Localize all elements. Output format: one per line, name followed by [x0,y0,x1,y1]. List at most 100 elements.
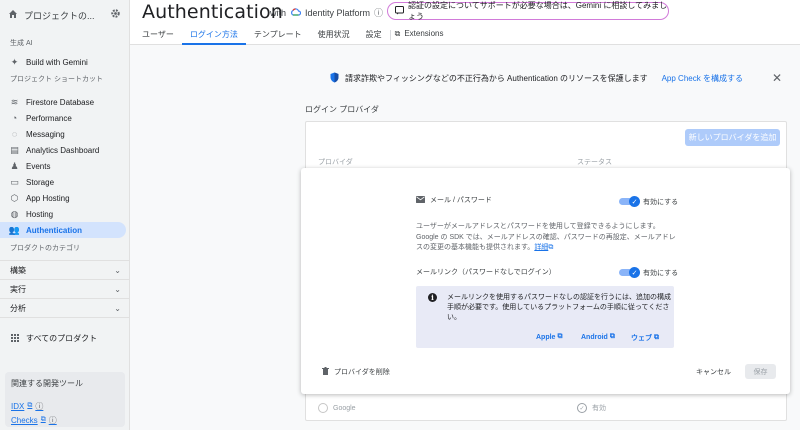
app-hosting-icon: ⬡ [10,192,19,203]
sidebar-item-label: Messaging [26,129,65,139]
category-item[interactable]: 実行 ⌄ [0,280,129,299]
tab-usage[interactable]: 使用状況 [310,29,358,45]
status-column-header: ステータス [577,159,612,166]
sidebar-item-authentication[interactable]: 👥 Authentication [0,222,126,238]
shortcuts-section-label: プロジェクト ショートカット [10,76,103,83]
category-label: 分析 [10,303,26,313]
sidebar-item-label: Analytics Dashboard [26,145,100,155]
authentication-icon: 👥 [8,224,21,235]
external-link-icon: ⧉ [40,416,46,423]
chevron-down-icon: ⌄ [114,284,121,294]
tab-bar: ユーザー ログイン方法 テンプレート 使用状況 設定 ⧉ Extensions [142,29,451,45]
sidebar-item-label: Firestore Database [26,97,95,107]
help-icon[interactable]: ⓘ [49,415,57,426]
project-name[interactable]: プロジェクトの... [24,9,104,22]
storage-icon: ▭ [10,176,19,187]
provider-status: 有効 [592,405,606,412]
tab-templates[interactable]: テンプレート [246,29,310,45]
ai-section-label: 生成 AI [10,40,33,47]
email-password-toggle[interactable]: ✓ [619,196,640,207]
email-password-label: メール / パスワード [430,197,492,204]
idx-link[interactable]: IDX ⧉ ⓘ [11,399,119,413]
app-check-banner: 請求詐欺やフィッシングなどの不正行為から Authentication のリソー… [330,68,790,88]
sidebar: プロジェクトの... 生成 AI ✦ Build with Gemini プロジ… [0,0,130,430]
save-button[interactable]: 保存 [745,364,776,379]
identity-platform-badge: with Identity Platform ⓘ [270,6,383,19]
sidebar-item-messaging[interactable]: ◌ Messaging [0,126,129,142]
shield-icon [330,72,339,85]
sidebar-item-label: Performance [26,113,72,123]
all-products-label: すべてのプロダクト [26,333,98,343]
sidebar-item-performance[interactable]: ◔ Performance [0,110,129,126]
enable-label: 有効にする [643,199,679,206]
provider-config-panel: メール / パスワード ✓ 有効にする ユーザーがメールアドレスとパスワードを使… [301,168,790,394]
analytics-icon: ▤ [10,144,19,155]
close-icon[interactable]: ✕ [772,71,782,85]
gear-icon[interactable] [110,8,121,22]
chevron-down-icon: ⌄ [114,303,121,313]
mail-icon [416,195,425,205]
chat-icon [395,5,404,17]
tab-sign-in-method[interactable]: ログイン方法 [181,29,246,45]
email-password-description: ユーザーがメールアドレスとパスワードを使用して登録できるようにします。Googl… [416,223,676,251]
details-link[interactable]: 詳細 [534,244,548,251]
project-header: プロジェクトの... [0,0,129,30]
external-link-icon: ⧉ [548,244,554,251]
external-link-icon: ⧉ [557,333,563,340]
provider-column-header: プロバイダ [318,159,353,166]
apple-link[interactable]: Apple ⧉ [536,333,562,341]
tab-settings[interactable]: 設定 [358,29,390,45]
check-circle-icon: ✓ [577,403,587,413]
enable-label-2: 有効にする [643,270,679,277]
extensions-icon: ⧉ [394,29,401,38]
banner-text: 請求詐欺やフィッシングなどの不正行為から Authentication のリソー… [345,73,648,83]
category-item[interactable]: 分析 ⌄ [0,299,129,318]
tab-extensions[interactable]: ⧉ Extensions [395,29,452,45]
category-section-label: プロダクトのカテゴリ [10,245,80,252]
category-item[interactable]: 構築 ⌄ [0,261,129,280]
email-password-row: メール / パスワード [416,195,492,205]
email-link-toggle[interactable]: ✓ [619,267,640,278]
events-icon: ♟ [10,160,19,171]
add-provider-button[interactable]: 新しいプロバイダを追加 [685,129,780,146]
trash-icon [322,367,329,377]
checks-link[interactable]: Checks ⧉ ⓘ [11,413,119,427]
android-link[interactable]: Android ⧉ [581,333,615,341]
sidebar-item-firestore-database[interactable]: ≋ Firestore Database [0,94,129,110]
google-icon [318,403,328,413]
email-link-label: メールリンク（パスワードなしでログイン） [416,269,556,276]
web-link[interactable]: ウェブ ⧉ [631,333,659,343]
firestore-icon: ≋ [10,96,19,107]
all-products-item[interactable]: すべてのプロダクト [0,330,129,346]
gemini-prompt-text: 認証の設定についてサポートが必要な場合は、Gemini に相談してみましょう [408,1,668,21]
messaging-icon: ◌ [11,129,18,139]
sidebar-item-app-hosting[interactable]: ⬡ App Hosting [0,190,129,206]
help-icon[interactable]: ⓘ [35,401,43,412]
sidebar-item-build-with-gemini[interactable]: ✦ Build with Gemini [0,54,129,70]
tab-users[interactable]: ユーザー [142,29,182,45]
provider-name: Google [333,404,356,412]
sidebar-item-storage[interactable]: ▭ Storage [0,174,129,190]
home-icon[interactable] [8,9,18,22]
category-label: 構築 [10,265,26,275]
external-link-icon: ⧉ [27,402,33,409]
chevron-down-icon: ⌄ [114,265,121,275]
app-check-link[interactable]: App Check を構成する [662,73,743,84]
delete-provider-button[interactable]: プロバイダを削除 [322,367,390,377]
sidebar-item-label: Build with Gemini [26,57,88,67]
sidebar-item-hosting[interactable]: ◍ Hosting [0,206,129,222]
info-callout: i メールリンクを使用するパスワードなしの認証を行うには、追加の構成手順が必要で… [416,286,674,348]
platform-label: Identity Platform [305,7,371,18]
external-link-icon: ⧉ [609,333,615,340]
info-icon: i [428,293,437,302]
external-link-icon: ⧉ [654,334,659,341]
sidebar-item-events[interactable]: ♟ Events [0,158,129,174]
cancel-button[interactable]: キャンセル [696,367,731,377]
gemini-prompt-chip[interactable]: 認証の設定についてサポートが必要な場合は、Gemini に相談してみましょう [387,1,669,21]
sidebar-item-label: App Hosting [26,193,70,203]
table-row[interactable]: Google ✓ 有効 [305,397,787,419]
help-icon[interactable]: ⓘ [374,6,383,19]
sidebar-item-label: Authentication [26,225,82,235]
providers-section-label: ログイン プロバイダ [305,105,379,114]
sidebar-item-analytics-dashboard[interactable]: ▤ Analytics Dashboard [0,142,129,158]
